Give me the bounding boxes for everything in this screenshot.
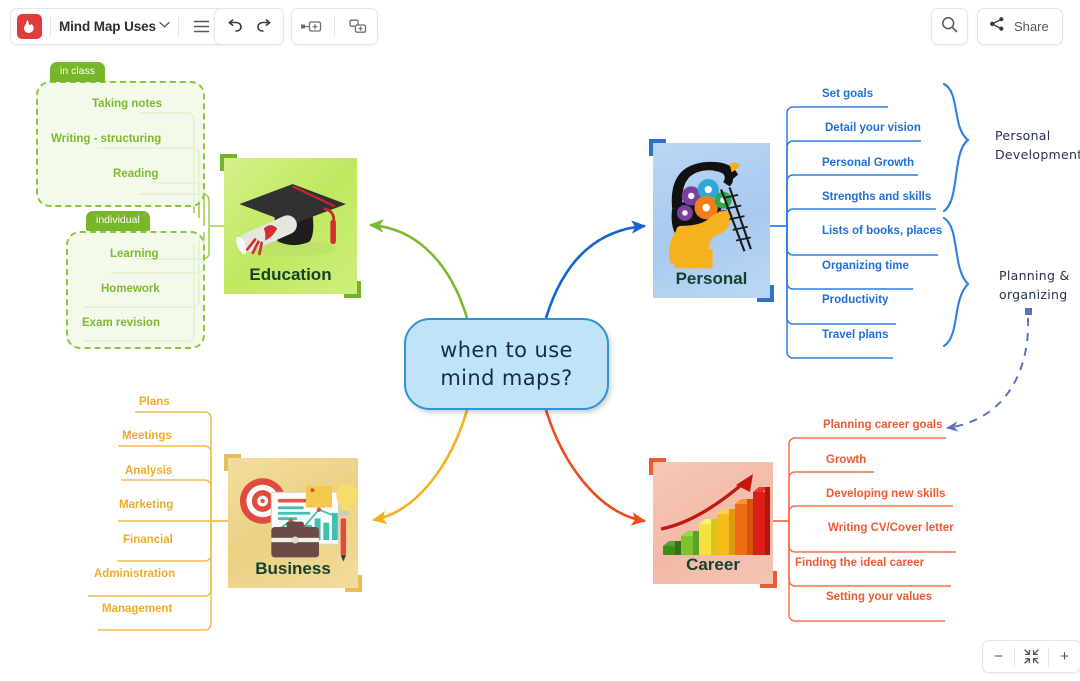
summary-line-1: Planning & bbox=[999, 268, 1070, 283]
sub-topic-detail-your-vision[interactable]: Detail your vision bbox=[825, 122, 921, 135]
zoom-in-button[interactable]: + bbox=[1049, 641, 1080, 672]
central-topic-line-1: when to use bbox=[440, 337, 573, 362]
sub-topic-travel-plans[interactable]: Travel plans bbox=[822, 329, 888, 342]
summary-line-1: Personal bbox=[995, 128, 1051, 143]
node-corner-tl bbox=[224, 454, 241, 471]
graduation-cap-diploma-icon bbox=[236, 184, 346, 257]
sub-topic-writing-cv[interactable]: Writing CV/Cover letter bbox=[828, 522, 954, 535]
group-tab-in-class[interactable]: in class bbox=[50, 62, 106, 82]
node-label-education: Education bbox=[249, 265, 332, 284]
sub-topic-meetings[interactable]: Meetings bbox=[122, 430, 172, 443]
sub-topic-lists-of-books[interactable]: Lists of books, places bbox=[822, 225, 942, 238]
sub-topic-exam-revision[interactable]: Exam revision bbox=[82, 317, 160, 330]
fit-to-screen-button[interactable] bbox=[1015, 641, 1048, 672]
growth-bar-chart-arrow-icon bbox=[660, 474, 770, 555]
minus-icon: − bbox=[994, 648, 1003, 665]
sub-topic-learning[interactable]: Learning bbox=[110, 248, 159, 261]
group-tab-individual[interactable]: individual bbox=[86, 211, 150, 231]
branch-node-business[interactable]: Business bbox=[224, 454, 362, 592]
node-corner-br bbox=[345, 575, 362, 592]
node-corner-tl bbox=[649, 139, 666, 156]
node-label-career: Career bbox=[686, 555, 740, 574]
node-corner-tl bbox=[649, 458, 666, 475]
sub-topic-developing-new-skills[interactable]: Developing new skills bbox=[826, 488, 946, 501]
fit-to-screen-icon bbox=[1024, 649, 1039, 664]
node-label-personal: Personal bbox=[675, 269, 748, 288]
node-corner-tl bbox=[220, 154, 237, 171]
sub-topic-planning-career-goals[interactable]: Planning career goals bbox=[823, 419, 943, 432]
sub-topic-strengths-and-skills[interactable]: Strengths and skills bbox=[822, 191, 931, 204]
sub-topic-growth[interactable]: Growth bbox=[826, 454, 866, 467]
sub-topic-management[interactable]: Management bbox=[102, 603, 172, 616]
sub-topic-homework[interactable]: Homework bbox=[101, 283, 160, 296]
sub-topic-productivity[interactable]: Productivity bbox=[822, 294, 888, 307]
sub-topic-taking-notes[interactable]: Taking notes bbox=[92, 98, 162, 111]
sub-topic-analysis[interactable]: Analysis bbox=[125, 465, 172, 478]
sub-topic-set-goals[interactable]: Set goals bbox=[822, 88, 873, 101]
sub-topic-reading[interactable]: Reading bbox=[113, 168, 158, 181]
central-topic-node[interactable]: when to use mind maps? bbox=[404, 318, 609, 410]
zoom-out-button[interactable]: − bbox=[983, 641, 1014, 672]
node-corner-br bbox=[344, 281, 361, 298]
node-corner-br bbox=[757, 285, 774, 302]
branch-node-personal[interactable]: Personal bbox=[649, 139, 774, 302]
sub-topic-organizing-time[interactable]: Organizing time bbox=[822, 260, 909, 273]
sub-topic-plans[interactable]: Plans bbox=[139, 396, 170, 409]
sub-topic-finding-ideal-career[interactable]: Finding the ideal career bbox=[795, 557, 924, 570]
sub-topic-setting-your-values[interactable]: Setting your values bbox=[826, 591, 932, 604]
summary-line-2: organizing bbox=[999, 287, 1068, 303]
summary-line-2: Development bbox=[995, 147, 1080, 163]
sub-topic-marketing[interactable]: Marketing bbox=[119, 499, 173, 512]
plus-icon: + bbox=[1060, 648, 1069, 665]
branch-node-education[interactable]: Education bbox=[220, 154, 361, 298]
node-label-business: Business bbox=[255, 559, 331, 578]
sub-topic-financial[interactable]: Financial bbox=[123, 534, 173, 547]
mindmap-app-window: Mind Map Uses Share in class individual … bbox=[0, 0, 1080, 681]
sub-topic-administration[interactable]: Administration bbox=[94, 568, 175, 581]
mindmap-canvas[interactable]: in class individual Taking notes Writing… bbox=[0, 0, 1080, 681]
summary-planning-organizing[interactable]: Planning & organizing bbox=[999, 266, 1070, 305]
central-topic-line-2: mind maps? bbox=[440, 366, 573, 390]
sub-topic-writing-structuring[interactable]: Writing - structuring bbox=[51, 133, 161, 146]
branch-node-career[interactable]: Career bbox=[649, 458, 777, 588]
node-corner-br bbox=[760, 571, 777, 588]
summary-personal-development[interactable]: Personal Development bbox=[995, 126, 1080, 165]
zoom-controls-group: − + bbox=[982, 640, 1080, 673]
sub-topic-personal-growth[interactable]: Personal Growth bbox=[822, 157, 914, 170]
head-with-gears-icon bbox=[668, 161, 752, 269]
business-target-chart-briefcase-icon bbox=[239, 478, 358, 562]
